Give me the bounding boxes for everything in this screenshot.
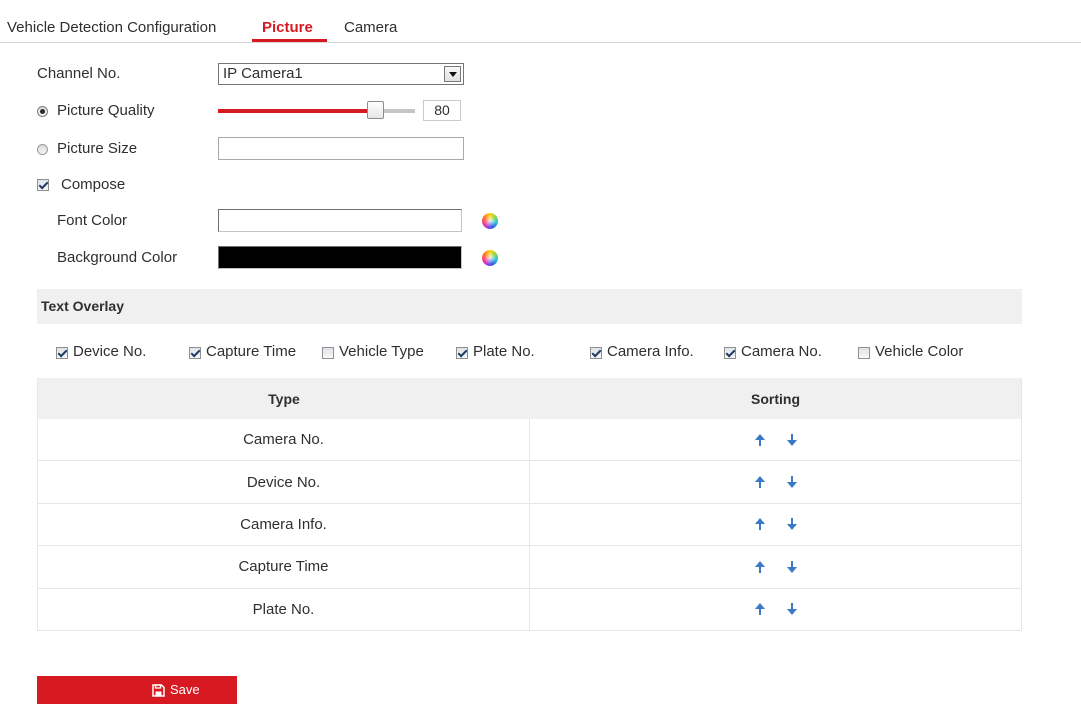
arrow-up-icon[interactable] xyxy=(754,560,765,573)
vehicle-color-option-label[interactable]: Vehicle Color xyxy=(875,342,963,362)
row-type-cell: Camera Info. xyxy=(38,503,530,546)
tab-camera[interactable]: Camera xyxy=(344,18,397,38)
camera-no-option-label[interactable]: Camera No. xyxy=(741,342,822,362)
vehicle-type-option-label[interactable]: Vehicle Type xyxy=(339,342,424,362)
background-color-label: Background Color xyxy=(57,249,178,266)
vehicle-color-checkbox[interactable] xyxy=(858,347,870,359)
picture-size-input[interactable] xyxy=(218,137,464,160)
tab-picture[interactable]: Picture xyxy=(262,18,313,38)
save-button-label: Save xyxy=(170,682,200,697)
channel-select-value: IP Camera1 xyxy=(223,65,303,82)
floppy-disk-icon xyxy=(152,684,165,697)
table-row: Camera No. xyxy=(38,419,1021,462)
capture-time-option-label[interactable]: Capture Time xyxy=(206,342,296,362)
row-type-cell: Device No. xyxy=(38,461,530,503)
compose-checkbox[interactable] xyxy=(37,179,49,191)
column-header-type: Type xyxy=(268,390,300,407)
column-header-sorting: Sorting xyxy=(751,390,800,407)
table-row: Camera Info. xyxy=(38,503,1021,547)
quality-value-field[interactable]: 80 xyxy=(423,100,461,121)
arrow-down-icon[interactable] xyxy=(786,433,797,446)
chevron-down-icon[interactable] xyxy=(444,66,461,82)
arrow-up-icon[interactable] xyxy=(754,518,765,531)
font-color-swatch[interactable] xyxy=(218,209,462,232)
device-no-option-label[interactable]: Device No. xyxy=(73,342,146,362)
picture-quality-label[interactable]: Picture Quality xyxy=(57,101,155,121)
background-color-swatch[interactable] xyxy=(218,246,462,269)
picture-quality-radio[interactable] xyxy=(37,106,48,117)
plate-no-option-label[interactable]: Plate No. xyxy=(473,342,535,362)
picture-size-radio[interactable] xyxy=(37,144,48,155)
dropdown-triangle-glyph xyxy=(449,72,457,77)
arrow-down-icon[interactable] xyxy=(786,476,797,489)
picture-size-label[interactable]: Picture Size xyxy=(57,139,137,159)
text-overlay-title: Text Overlay xyxy=(41,298,125,314)
arrow-up-icon[interactable] xyxy=(754,476,765,489)
vehicle-type-checkbox[interactable] xyxy=(322,347,334,359)
arrow-down-icon[interactable] xyxy=(786,603,797,616)
floppy-label-shape xyxy=(155,691,162,696)
row-type-cell: Plate No. xyxy=(38,588,530,630)
channel-select[interactable]: IP Camera1 xyxy=(218,63,464,85)
arrow-down-icon[interactable] xyxy=(786,560,797,573)
plate-no-checkbox[interactable] xyxy=(456,347,468,359)
color-wheel-icon[interactable] xyxy=(482,250,498,266)
font-color-label: Font Color xyxy=(57,212,128,229)
quality-slider-fill xyxy=(218,109,376,113)
compose-label[interactable]: Compose xyxy=(61,175,125,195)
tab-bar-divider xyxy=(0,42,1081,43)
floppy-shutter-shape xyxy=(154,684,162,689)
capture-time-checkbox[interactable] xyxy=(189,347,201,359)
text-overlay-header: Text Overlay xyxy=(37,289,1022,324)
row-sorting-cell xyxy=(530,546,1021,587)
save-button[interactable]: Save xyxy=(37,676,237,704)
arrow-up-icon[interactable] xyxy=(754,603,765,616)
color-wheel-icon[interactable] xyxy=(482,213,498,229)
arrow-up-icon[interactable] xyxy=(754,433,765,446)
row-sorting-cell xyxy=(530,461,1021,502)
overlay-sort-table: Type Sorting Camera No. Device No. Camer… xyxy=(37,378,1022,631)
table-header-row: Type Sorting xyxy=(38,378,1021,419)
camera-no-checkbox[interactable] xyxy=(724,347,736,359)
row-type-cell: Camera No. xyxy=(38,419,530,461)
device-no-checkbox[interactable] xyxy=(56,347,68,359)
table-row: Capture Time xyxy=(38,546,1021,589)
table-row: Plate No. xyxy=(38,588,1021,631)
table-row: Device No. xyxy=(38,461,1021,504)
arrow-down-icon[interactable] xyxy=(786,518,797,531)
channel-no-label: Channel No. xyxy=(37,65,121,82)
row-sorting-cell xyxy=(530,504,1021,545)
camera-info-checkbox[interactable] xyxy=(590,347,602,359)
row-type-cell: Capture Time xyxy=(38,546,530,588)
tab-vehicle-detection-configuration[interactable]: Vehicle Detection Configuration xyxy=(7,18,216,38)
camera-info-option-label[interactable]: Camera Info. xyxy=(607,342,694,362)
row-sorting-cell xyxy=(530,419,1021,460)
quality-slider-thumb[interactable] xyxy=(367,101,385,119)
row-sorting-cell xyxy=(530,589,1021,630)
